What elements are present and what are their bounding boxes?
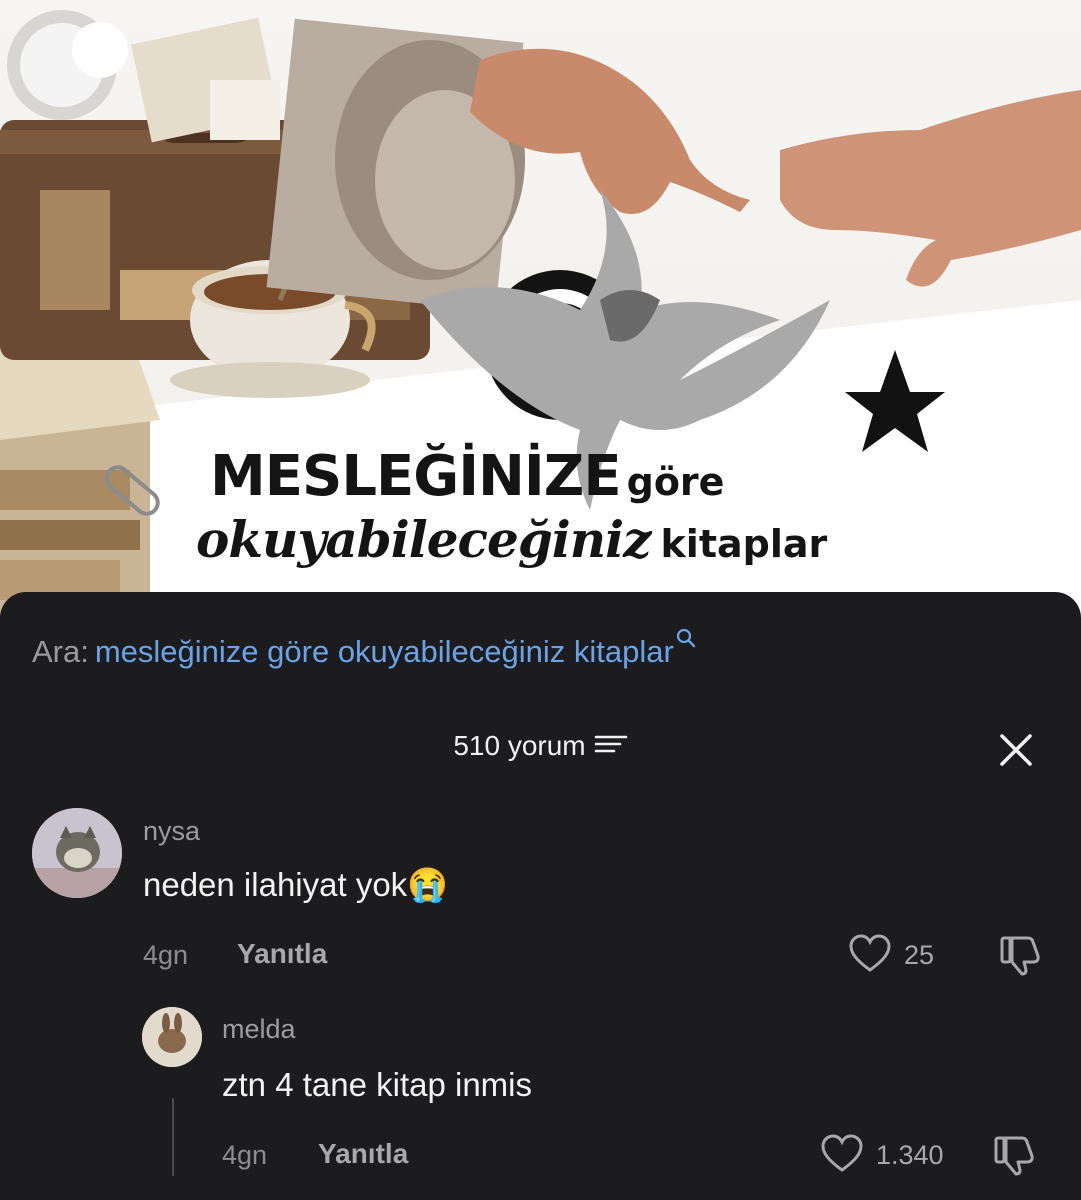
cover-subtitle-script: okuyabileceğiniz xyxy=(196,510,652,569)
close-button[interactable] xyxy=(996,730,1036,770)
search-query-link[interactable]: mesleğinize göre okuyabileceğiniz kitapl… xyxy=(95,634,674,669)
thread-line xyxy=(172,1098,174,1176)
heart-icon[interactable] xyxy=(820,1134,864,1179)
cover-subtitle: okuyabileceğiniz kitaplar xyxy=(196,510,827,569)
cover-title-main: MESLEĞİNİZE xyxy=(210,444,622,509)
cover-title-small: göre xyxy=(626,460,725,504)
reply-button[interactable]: Yanıtla xyxy=(318,1138,408,1170)
dislike-icon[interactable] xyxy=(998,934,1044,981)
comment-time: 4gn xyxy=(143,940,189,970)
like-count: 25 xyxy=(904,940,935,970)
avatar[interactable] xyxy=(142,1007,202,1067)
comment-text: ztn 4 tane kitap inmis xyxy=(222,1066,532,1103)
comment-count: 510 yorum xyxy=(453,730,586,761)
comment-username[interactable]: nysa xyxy=(143,816,200,847)
comment-time: 4gn xyxy=(222,1140,268,1170)
reply-button[interactable]: Yanıtla xyxy=(237,938,327,970)
search-icon xyxy=(676,620,696,656)
cover-title: MESLEĞİNİZE göre xyxy=(210,444,724,509)
comments-header: 510 yorum xyxy=(0,730,1081,770)
close-icon xyxy=(1000,734,1032,766)
heart-icon[interactable] xyxy=(848,934,892,979)
filter-icon[interactable] xyxy=(594,731,628,762)
like-count: 1.340 xyxy=(876,1140,944,1170)
avatar[interactable] xyxy=(32,808,122,898)
cover-image: MESLEĞİNİZE göre okuyabileceğiniz kitaplar xyxy=(0,0,1081,640)
comment-text: neden ilahiyat yok😭 xyxy=(143,866,449,903)
search-prefix: Ara: xyxy=(32,634,89,669)
comment-username[interactable]: melda xyxy=(222,1014,296,1045)
cover-subtitle-sans: kitaplar xyxy=(660,522,828,566)
search-suggestion[interactable]: Ara: mesleğinize göre okuyabileceğiniz ki… xyxy=(32,628,696,670)
dislike-icon[interactable] xyxy=(992,1134,1038,1181)
